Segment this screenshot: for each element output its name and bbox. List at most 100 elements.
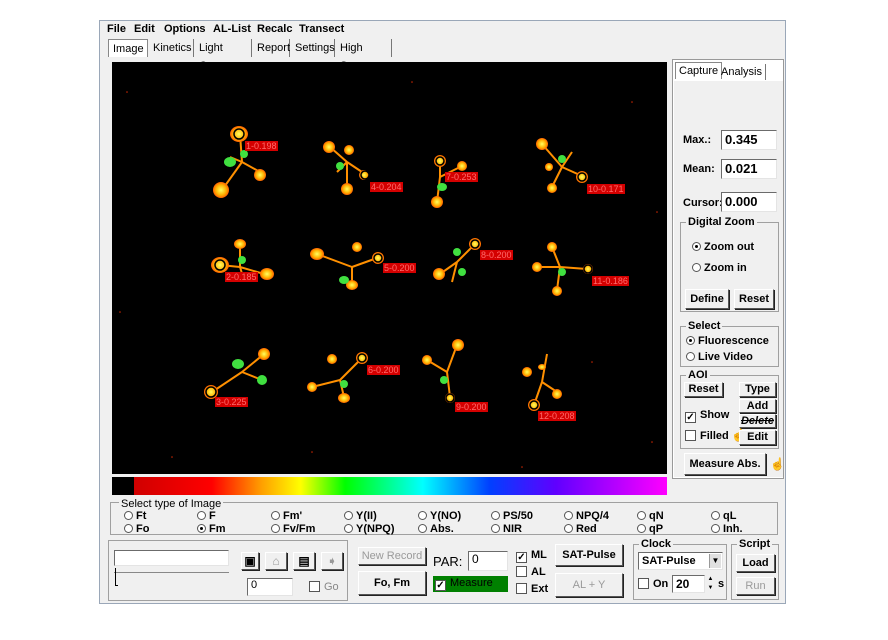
zoom-reset-button[interactable]: Reset bbox=[734, 289, 774, 309]
aoi-delete-button[interactable]: Delete bbox=[739, 414, 776, 428]
radio-icon bbox=[692, 242, 701, 251]
measure-toggle[interactable]: ✓ Measure bbox=[433, 576, 508, 592]
radio-icon bbox=[418, 524, 427, 533]
image-type-nir[interactable]: NIR bbox=[491, 523, 522, 535]
open-folder-icon[interactable]: ⌂ bbox=[265, 552, 287, 570]
digital-zoom-group: Digital Zoom Zoom out Zoom in Define Res… bbox=[680, 216, 779, 312]
image-type-red[interactable]: Red bbox=[564, 523, 597, 535]
aoi-label-7: 7-0.253 bbox=[445, 172, 478, 182]
menu-file[interactable]: File bbox=[107, 23, 126, 35]
image-type-inh[interactable]: Inh. bbox=[711, 523, 743, 535]
define-button[interactable]: Define bbox=[685, 289, 729, 309]
image-type-ql[interactable]: qL bbox=[711, 510, 736, 522]
radio-icon bbox=[711, 524, 720, 533]
image-type-qp[interactable]: qP bbox=[637, 523, 663, 535]
interval-spinner[interactable]: ▲ ▼ bbox=[706, 575, 715, 593]
menu-edit[interactable]: Edit bbox=[134, 23, 155, 35]
export-icon[interactable]: ➧ bbox=[321, 552, 343, 570]
aoi-label-9: 9-0.200 bbox=[455, 402, 488, 412]
aoi-label-12: 12-0.208 bbox=[538, 411, 576, 421]
zoom-out-option[interactable]: Zoom out bbox=[692, 241, 754, 253]
go-checkbox[interactable]: Go bbox=[309, 581, 339, 593]
clock-group: Clock SAT-Pulse ▼ On 20 ▲ ▼ s bbox=[633, 538, 727, 600]
record-slider-track[interactable] bbox=[114, 572, 229, 573]
record-slider-thumb[interactable] bbox=[115, 568, 118, 586]
image-type-abs[interactable]: Abs. bbox=[418, 523, 454, 535]
tab-light-curve[interactable]: Light Curve bbox=[195, 39, 252, 72]
image-type-ft[interactable]: Ft bbox=[124, 510, 146, 522]
tab-settings[interactable]: Settings bbox=[291, 39, 335, 57]
image-type-group: Select type of Image Ft F Fm' Y(II) Y(NO… bbox=[110, 498, 778, 535]
menu-transect[interactable]: Transect bbox=[299, 23, 344, 35]
aoi-label-3: 3-0.225 bbox=[215, 397, 248, 407]
clock-mode-select[interactable]: SAT-Pulse ▼ bbox=[638, 552, 723, 570]
image-type-fo[interactable]: Fo bbox=[124, 523, 149, 535]
tab-report[interactable]: Report bbox=[253, 39, 290, 57]
fluorescence-option[interactable]: Fluorescence bbox=[686, 335, 769, 347]
live-video-option[interactable]: Live Video bbox=[686, 351, 753, 363]
filled-checkbox[interactable]: Filled bbox=[685, 430, 729, 442]
image-type-y-ii[interactable]: Y(II) bbox=[344, 510, 377, 522]
record-number-field[interactable]: 0 bbox=[247, 578, 293, 596]
menu-al-list[interactable]: AL-List bbox=[213, 23, 251, 35]
hand-icon: ☝ bbox=[770, 457, 785, 471]
save-icon[interactable]: ▣ bbox=[241, 552, 259, 570]
show-checkbox[interactable]: ✓ Show bbox=[685, 409, 729, 423]
ml-checkbox[interactable]: ✓ ML bbox=[516, 549, 547, 563]
aoi-type-button[interactable]: Type bbox=[739, 382, 776, 397]
image-type-qn[interactable]: qN bbox=[637, 510, 664, 522]
on-checkbox[interactable]: On bbox=[638, 578, 668, 590]
ext-checkbox[interactable]: Ext bbox=[516, 583, 548, 595]
image-type-f[interactable]: F bbox=[197, 510, 216, 522]
chevron-down-icon[interactable]: ▼ bbox=[709, 554, 721, 568]
interval-field[interactable]: 20 bbox=[672, 575, 705, 593]
checkbox-icon bbox=[516, 566, 527, 577]
aoi-add-button[interactable]: Add bbox=[739, 399, 776, 413]
zoom-in-option[interactable]: Zoom in bbox=[692, 262, 747, 274]
tab-image[interactable]: Image bbox=[108, 39, 148, 57]
tab-capture[interactable]: Capture bbox=[675, 62, 723, 79]
radio-icon bbox=[491, 511, 500, 520]
plant-10 bbox=[536, 138, 588, 193]
radio-icon bbox=[564, 511, 573, 520]
aoi-edit-button[interactable]: Edit bbox=[739, 430, 776, 445]
aoi-label-1: 1-0.198 bbox=[245, 141, 278, 151]
new-record-button[interactable]: New Record bbox=[358, 547, 426, 565]
plant-3 bbox=[204, 348, 270, 399]
radio-icon bbox=[124, 511, 133, 520]
image-type-fm[interactable]: Fm bbox=[197, 523, 226, 535]
script-title: Script bbox=[737, 538, 773, 550]
radio-icon bbox=[344, 511, 353, 520]
image-type-fv-fm[interactable]: Fv/Fm bbox=[271, 523, 315, 535]
tab-kinetics[interactable]: Kinetics bbox=[149, 39, 194, 57]
radio-icon bbox=[271, 511, 280, 520]
menu-options[interactable]: Options bbox=[164, 23, 206, 35]
mean-field: 0.021 bbox=[721, 159, 777, 179]
checkbox-icon bbox=[516, 583, 527, 594]
record-name-field[interactable] bbox=[114, 550, 229, 566]
image-type-y-no[interactable]: Y(NO) bbox=[418, 510, 461, 522]
menu-recalc[interactable]: Recalc bbox=[257, 23, 292, 35]
max-field: 0.345 bbox=[721, 130, 777, 150]
image-type-npq4[interactable]: NPQ/4 bbox=[564, 510, 609, 522]
aoi-reset-button[interactable]: Reset bbox=[684, 382, 723, 397]
radio-icon bbox=[124, 524, 133, 533]
fo-fm-button[interactable]: Fo, Fm bbox=[358, 571, 426, 595]
clock-title: Clock bbox=[639, 538, 673, 550]
par-field[interactable]: 0 bbox=[468, 551, 508, 571]
image-type-fm-prime[interactable]: Fm' bbox=[271, 510, 302, 522]
interval-unit: s bbox=[718, 578, 725, 590]
tab-analysis[interactable]: Analysis bbox=[718, 64, 766, 80]
tab-high-sens[interactable]: High Sens. bbox=[336, 39, 392, 72]
al-y-button[interactable]: AL + Y bbox=[555, 573, 623, 597]
measure-abs-button[interactable]: Measure Abs. bbox=[684, 453, 766, 475]
document-icon[interactable]: ▤ bbox=[293, 552, 315, 570]
app-window: File Edit Options AL-List Recalc Transec… bbox=[99, 20, 786, 604]
image-type-ps50[interactable]: PS/50 bbox=[491, 510, 533, 522]
fluorescence-image[interactable]: 1-0.198 4-0.204 7-0.253 10-0.171 2-0.185… bbox=[112, 62, 667, 474]
al-checkbox[interactable]: AL bbox=[516, 566, 546, 578]
script-run-button[interactable]: Run bbox=[736, 577, 775, 595]
script-load-button[interactable]: Load bbox=[736, 554, 775, 572]
sat-pulse-button[interactable]: SAT-Pulse bbox=[555, 544, 623, 566]
image-type-y-npq[interactable]: Y(NPQ) bbox=[344, 523, 395, 535]
